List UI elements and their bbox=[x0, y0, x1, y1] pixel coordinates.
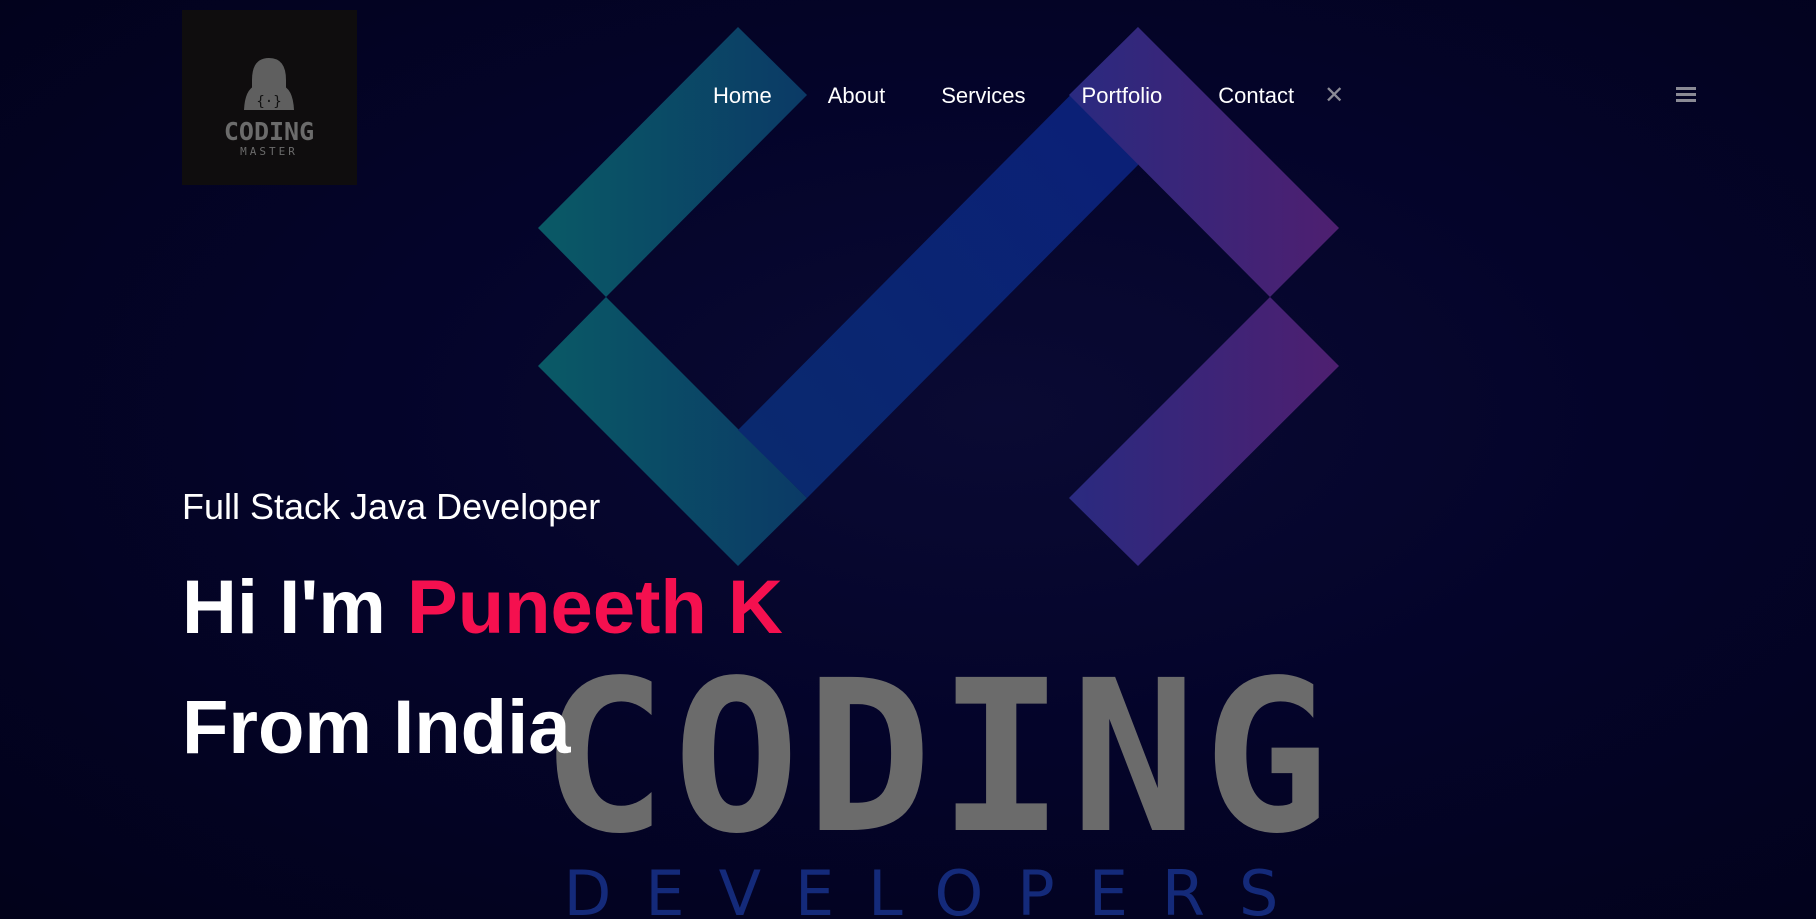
logo-bar-upper-left bbox=[538, 27, 807, 297]
hero-section: Full Stack Java Developer Hi I'm Puneeth… bbox=[182, 482, 783, 784]
main-nav: Home About Services Portfolio Contact ✕ bbox=[713, 80, 1344, 112]
hero-subtitle: Full Stack Java Developer bbox=[182, 486, 601, 527]
svg-text:{·}: {·} bbox=[256, 94, 281, 110]
hero-headline: Hi I'm Puneeth K From India bbox=[182, 552, 783, 784]
nav-portfolio[interactable]: Portfolio bbox=[1082, 80, 1163, 112]
hero-name: Puneeth K bbox=[407, 565, 783, 650]
nav-about[interactable]: About bbox=[828, 80, 886, 112]
hamburger-menu-icon[interactable] bbox=[1676, 87, 1696, 105]
nav-home[interactable]: Home bbox=[713, 80, 772, 112]
hooded-coder-icon: {·} CODING MASTER bbox=[224, 58, 314, 158]
nav-services[interactable]: Services bbox=[941, 80, 1025, 112]
hero-location: From India bbox=[182, 685, 571, 770]
logo-text-main: CODING bbox=[224, 117, 314, 146]
page: CODING DEVELOPERS {·} CODING MASTER Home… bbox=[0, 0, 1816, 919]
site-logo[interactable]: {·} CODING MASTER bbox=[182, 10, 357, 185]
nav-contact[interactable]: Contact bbox=[1218, 80, 1294, 112]
logo-bar-upper-right bbox=[1069, 27, 1339, 297]
logo-bar-lower-right bbox=[1069, 297, 1339, 566]
logo-text-sub: MASTER bbox=[240, 145, 298, 158]
background-brand-subtext: DEVELOPERS bbox=[564, 857, 1313, 919]
hero-greeting: Hi I'm bbox=[182, 565, 386, 650]
close-icon[interactable]: ✕ bbox=[1324, 80, 1344, 112]
